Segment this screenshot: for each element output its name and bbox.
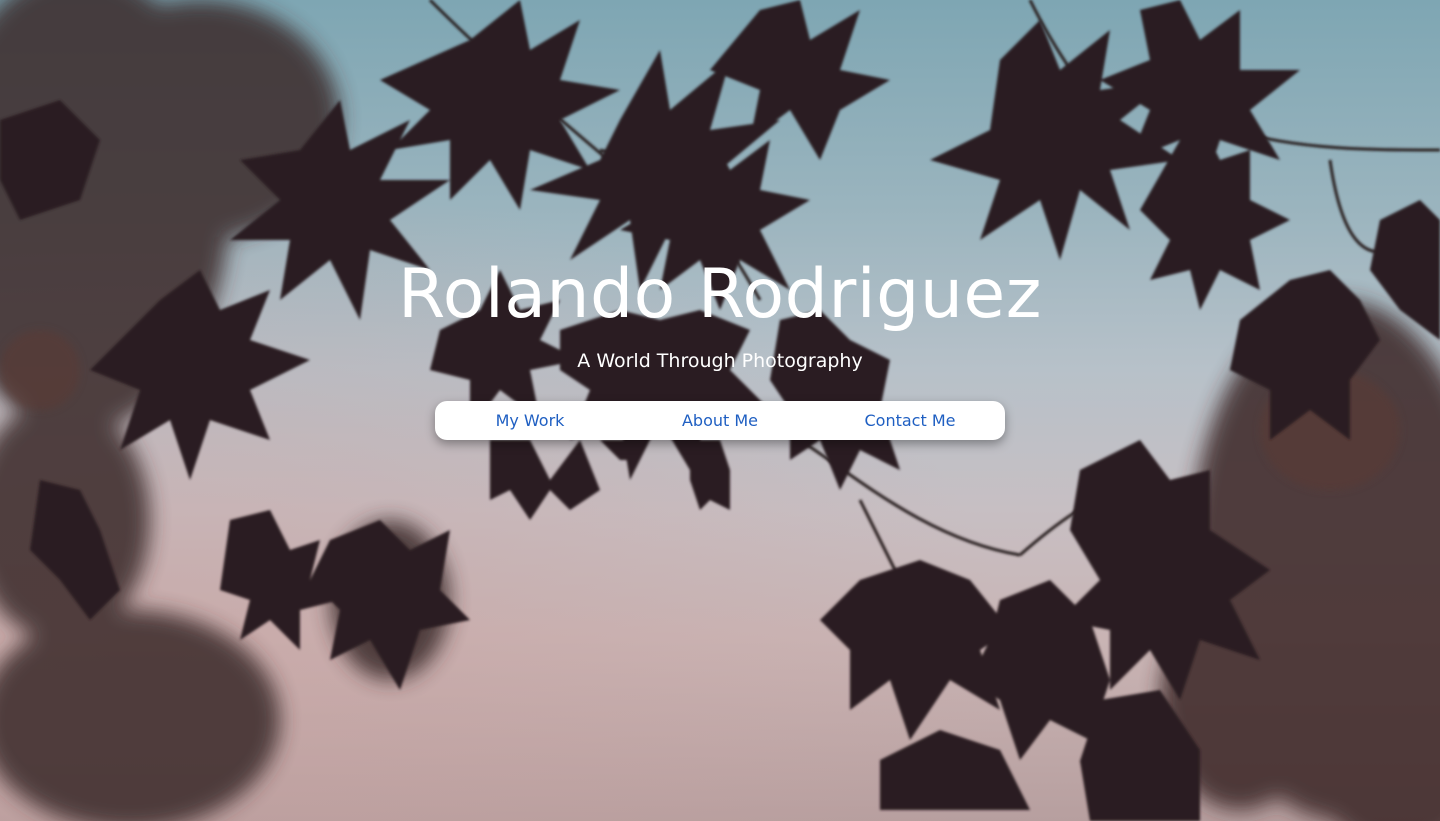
hero-section: Rolando Rodriguez A World Through Photog…: [0, 0, 1440, 821]
nav-contact-me-link[interactable]: Contact Me: [815, 401, 1005, 440]
site-tagline: A World Through Photography: [577, 350, 863, 372]
main-nav: My Work About Me Contact Me: [435, 401, 1005, 440]
nav-about-me-link[interactable]: About Me: [625, 401, 815, 440]
nav-my-work-link[interactable]: My Work: [435, 401, 625, 440]
site-title: Rolando Rodriguez: [398, 255, 1042, 334]
